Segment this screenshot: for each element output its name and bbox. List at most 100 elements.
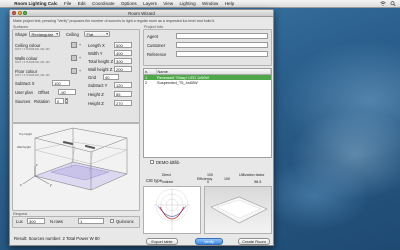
length-x-input[interactable]: 500	[114, 42, 132, 48]
menu-layers[interactable]: Layers	[140, 1, 160, 6]
total-height-label: Total height Z	[88, 59, 114, 64]
rows-input[interactable]: 1	[78, 218, 104, 224]
close-icon[interactable]	[12, 11, 16, 16]
subtract-x-input[interactable]: 100	[52, 80, 70, 86]
reference-input[interactable]	[176, 51, 268, 57]
ceiling-label: Ceiling	[66, 32, 79, 37]
ceiling-colour-swatch[interactable]	[71, 42, 77, 48]
export-table-button[interactable]: Export table	[146, 238, 178, 245]
polar-diagram	[143, 186, 201, 234]
quincunx-label: Quincunx	[116, 219, 134, 224]
ceiling-colour-info: K0CT = 0.78 RGB 200, 200, 200	[15, 48, 50, 51]
menu-view[interactable]: View	[160, 1, 176, 6]
demo-checkbox[interactable]	[150, 160, 154, 164]
rotation-input[interactable]: 0	[55, 98, 64, 104]
minimize-icon[interactable]	[17, 11, 22, 16]
rows-label: N.rows	[50, 219, 64, 224]
shape-label: Shape	[15, 32, 28, 37]
customer-label: Customer	[147, 43, 166, 48]
spotlight-icon[interactable]	[390, 1, 396, 6]
rotation-label: Rotation	[34, 99, 50, 104]
demo-checkbox-label: DEMO.ldt/lib	[156, 160, 180, 165]
customer-input[interactable]	[176, 42, 268, 48]
user-plan-label: User plan	[15, 90, 33, 95]
offset-label: Offset	[38, 90, 50, 95]
wallpaper-wave	[260, 160, 370, 230]
luminaire-image	[204, 186, 272, 234]
shape-select[interactable]: Rectangular ▾	[29, 31, 60, 37]
room-wireframe: x y z Top height Wall height	[17, 127, 128, 191]
luminaire-table: n. Name 1 Recessed 'Sharp' LED 1x50W 2 S…	[144, 69, 271, 85]
ceiling-value: Flat	[86, 32, 94, 37]
offset-input[interactable]: -50	[58, 89, 76, 95]
utilization-factor-value: 98.5	[254, 180, 262, 184]
floor-colour-add-icon[interactable]: +	[78, 69, 82, 73]
verify-button[interactable]: Verify	[195, 238, 223, 245]
height-z2-input[interactable]: 270	[114, 100, 132, 106]
menu-help[interactable]: Help	[222, 1, 238, 6]
wall-height-label: Wall height Z	[88, 67, 113, 72]
subtract-y-input[interactable]: 120	[114, 82, 132, 88]
cie-type-label: CIE type	[146, 178, 163, 183]
floor-colour-swatch[interactable]	[71, 68, 77, 74]
window-controls	[12, 11, 28, 16]
menu-coordinate[interactable]: Coordinate	[89, 1, 118, 6]
menu-window[interactable]: Window	[199, 1, 222, 6]
grid-input[interactable]: 40	[103, 74, 119, 80]
menu-options[interactable]: Options	[118, 1, 140, 6]
ceiling-colour-add-icon[interactable]: +	[78, 43, 82, 47]
walls-colour-swatch[interactable]	[71, 55, 77, 61]
width-y-label: Width Y	[88, 51, 103, 56]
menu-app-name[interactable]: Room Lighting Calc	[11, 1, 61, 6]
shape-value: Rectangular	[31, 32, 54, 37]
create-room-button[interactable]: Create Room	[238, 238, 270, 245]
room-wizard-window: Room Wizard Make project text; pressing …	[9, 9, 274, 246]
wifi-icon[interactable]	[380, 1, 386, 6]
subtract-x-label: Subtract X	[15, 81, 35, 86]
wall-height-input[interactable]: 200	[114, 66, 132, 72]
subtract-y-label: Subtract Y	[88, 83, 108, 88]
menu-edit[interactable]: Edit	[75, 1, 89, 6]
axis-y-label: y	[50, 183, 52, 187]
walls-colour-info: K0CT = 0.78 RGB 200, 200, 200	[15, 61, 50, 64]
menu-bar: Room Lighting Calc File Edit Coordinate …	[0, 0, 400, 8]
reference-label: Reference	[147, 52, 167, 57]
quincunx-checkbox[interactable]	[110, 219, 114, 223]
top-height-label: Top height	[19, 132, 32, 136]
rotation-stepper[interactable]: ▴ ▾	[65, 98, 68, 104]
floor-colour-info: K0CT = 0.78 RGB 200, 200, 200	[15, 74, 50, 77]
window-title: Room Wizard	[128, 10, 155, 16]
room-3d-preview: x y z Top height Wall height	[12, 123, 140, 211]
efficiency-value: 100	[224, 177, 230, 181]
height-z1-label: Height Z	[88, 92, 104, 97]
indirect-label: Indirect	[162, 180, 174, 184]
total-height-input[interactable]: 300	[114, 58, 132, 64]
height-z1-input[interactable]: 85	[114, 91, 132, 97]
wall-height-marker-label: Wall height	[17, 145, 31, 149]
efficiency-label: Efficiency	[197, 177, 213, 181]
agent-label: Agent	[147, 34, 158, 39]
window-titlebar[interactable]: Room Wizard	[10, 10, 273, 17]
chevron-down-icon: ▾	[106, 32, 108, 36]
wizard-hint: Make project text; pressing "Verify" pro…	[13, 18, 216, 23]
result-text: Result: Sources number: 2 Total Power W …	[14, 236, 100, 241]
length-x-label: Length X	[88, 43, 105, 48]
ceiling-select[interactable]: Flat ▾	[84, 31, 110, 37]
lux-input[interactable]: 300	[27, 218, 45, 224]
menu-file[interactable]: File	[61, 1, 75, 6]
zoom-icon[interactable]	[23, 11, 28, 16]
lux-label: Lux	[16, 219, 23, 224]
walls-colour-add-icon[interactable]: +	[78, 56, 82, 60]
luminaire-list: n. Name 1 Recessed 'Sharp' LED 1x50W 2 S…	[143, 68, 272, 158]
width-y-input[interactable]: 400	[114, 50, 132, 56]
axis-z-label: z	[36, 163, 38, 167]
utilization-factor-label: Utilization factor	[239, 173, 265, 177]
table-row[interactable]: 2 Suspended_T5_4x80W	[144, 80, 271, 85]
direct-label: Direct	[162, 173, 171, 177]
luminaire-picture	[210, 196, 268, 224]
grid-label: Grid	[88, 75, 96, 80]
menu-lighting[interactable]: Lighting	[176, 1, 198, 6]
photometric-curve	[154, 188, 190, 231]
chevron-down-icon: ▾	[56, 32, 58, 36]
agent-input[interactable]	[176, 33, 268, 39]
